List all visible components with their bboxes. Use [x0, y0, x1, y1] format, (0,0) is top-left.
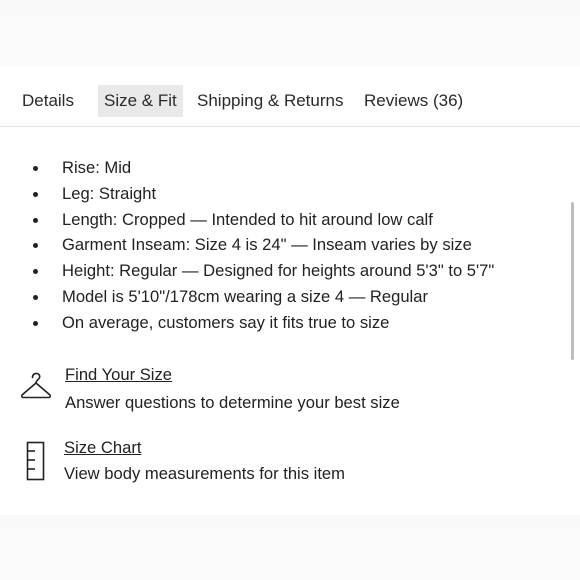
list-item: Model is 5'10"/178cm wearing a size 4 — … [30, 284, 494, 310]
list-item: Rise: Mid [30, 155, 494, 181]
list-item: On average, customers say it fits true t… [30, 310, 494, 336]
bottom-fade-band [0, 515, 580, 580]
fit-details-list: Rise: Mid Leg: Straight Length: Cropped … [30, 155, 494, 336]
size-chart-block: Size Chart View body measurements for th… [0, 437, 580, 497]
bullet-dot [33, 217, 38, 223]
bullet-dot [33, 294, 38, 300]
scrollbar-thumb[interactable] [571, 202, 574, 360]
tab-size-fit[interactable]: Size & Fit [98, 85, 183, 117]
fit-detail-text: Height: Regular — Designed for heights a… [62, 261, 495, 281]
bullet-dot [33, 320, 38, 326]
find-your-size-description: Answer questions to determine your best … [65, 393, 400, 412]
tab-shipping-returns[interactable]: Shipping & Returns [197, 85, 343, 117]
ruler-icon [26, 441, 46, 486]
hanger-icon [20, 371, 52, 406]
find-your-size-link[interactable]: Find Your Size [65, 365, 172, 385]
size-chart-description: View body measurements for this item [64, 464, 345, 483]
bullet-dot [33, 269, 38, 275]
list-item: Length: Cropped — Intended to hit around… [30, 207, 494, 233]
fit-detail-text: Model is 5'10"/178cm wearing a size 4 — … [62, 286, 429, 306]
size-chart-link[interactable]: Size Chart [64, 438, 141, 458]
find-your-size-block: Find Your Size Answer questions to deter… [0, 363, 580, 423]
list-item: Leg: Straight [30, 181, 494, 207]
top-fade-band [0, 0, 580, 66]
tab-details[interactable]: Details [22, 85, 74, 117]
fit-detail-text: Leg: Straight [62, 183, 157, 203]
fit-detail-text: Length: Cropped — Intended to hit around… [62, 209, 433, 229]
product-tabs: Details Size & Fit Shipping & Returns Re… [0, 66, 580, 127]
fit-detail-text: On average, customers say it fits true t… [62, 312, 390, 332]
size-fit-panel: Rise: Mid Leg: Straight Length: Cropped … [0, 127, 580, 515]
fit-detail-text: Garment Inseam: Size 4 is 24" — Inseam v… [62, 235, 472, 255]
bullet-dot [33, 191, 38, 197]
bullet-dot [33, 243, 38, 249]
bullet-dot [33, 166, 38, 171]
tab-reviews[interactable]: Reviews (36) [364, 85, 463, 117]
list-item: Garment Inseam: Size 4 is 24" — Inseam v… [30, 232, 494, 258]
list-item: Height: Regular — Designed for heights a… [30, 258, 494, 284]
fit-detail-text: Rise: Mid [62, 158, 132, 177]
